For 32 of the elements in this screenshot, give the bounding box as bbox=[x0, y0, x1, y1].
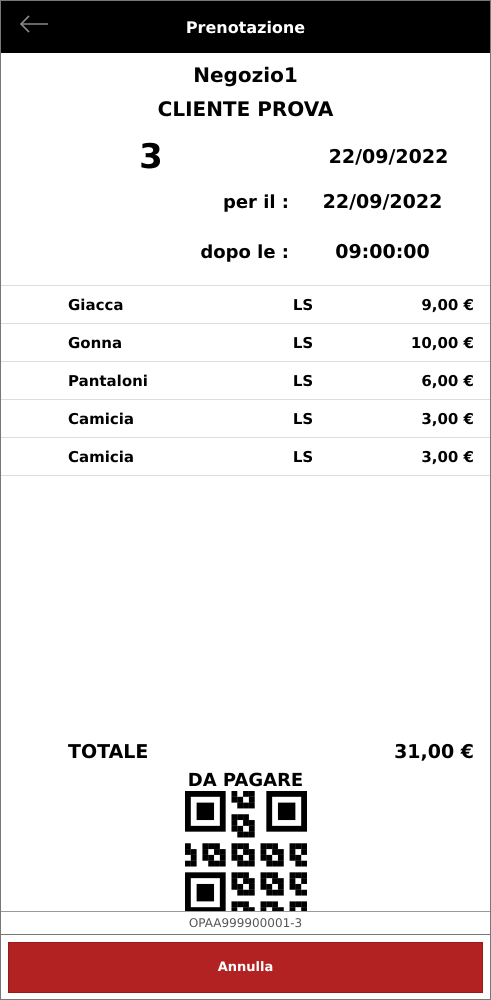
detail-label: per il : bbox=[222, 192, 289, 212]
detail-label: dopo le : bbox=[199, 242, 289, 262]
item-price: 3,00 € bbox=[420, 410, 475, 428]
item-code: LS bbox=[292, 448, 314, 466]
qr-code-icon bbox=[184, 791, 306, 911]
item-code: LS bbox=[292, 296, 314, 314]
item-code: LS bbox=[292, 372, 314, 390]
cancel-button[interactable]: Annulla bbox=[8, 942, 483, 993]
item-code: LS bbox=[292, 334, 314, 352]
shop-name: Negozio1 bbox=[192, 63, 299, 87]
total-label: TOTALE bbox=[67, 741, 150, 763]
item-price: 10,00 € bbox=[410, 334, 475, 352]
header-title: Prenotazione bbox=[184, 18, 306, 36]
item-name: Pantaloni bbox=[67, 372, 149, 390]
detail-value: 22/09/2022 bbox=[322, 191, 444, 213]
item-name: Giacca bbox=[67, 296, 124, 314]
item-price: 9,00 € bbox=[420, 296, 475, 314]
back-arrow-icon bbox=[19, 15, 49, 33]
booking-number: 3 bbox=[138, 137, 164, 177]
booking-date: 22/09/2022 bbox=[328, 146, 450, 168]
customer-name: CLIENTE PROVA bbox=[156, 97, 334, 121]
barcode-text: OPAA999900001-3 bbox=[1, 912, 490, 935]
item-price: 6,00 € bbox=[420, 372, 475, 390]
total-amount: 31,00 € bbox=[394, 741, 475, 763]
item-name: Gonna bbox=[67, 334, 124, 352]
item-code: LS bbox=[292, 410, 314, 428]
payment-status: DA PAGARE bbox=[186, 770, 304, 791]
back-button[interactable] bbox=[19, 15, 49, 33]
item-name: Camicia bbox=[67, 410, 136, 428]
item-price: 3,00 € bbox=[420, 448, 475, 466]
detail-value: 09:00:00 bbox=[334, 241, 431, 263]
item-name: Camicia bbox=[67, 448, 136, 466]
